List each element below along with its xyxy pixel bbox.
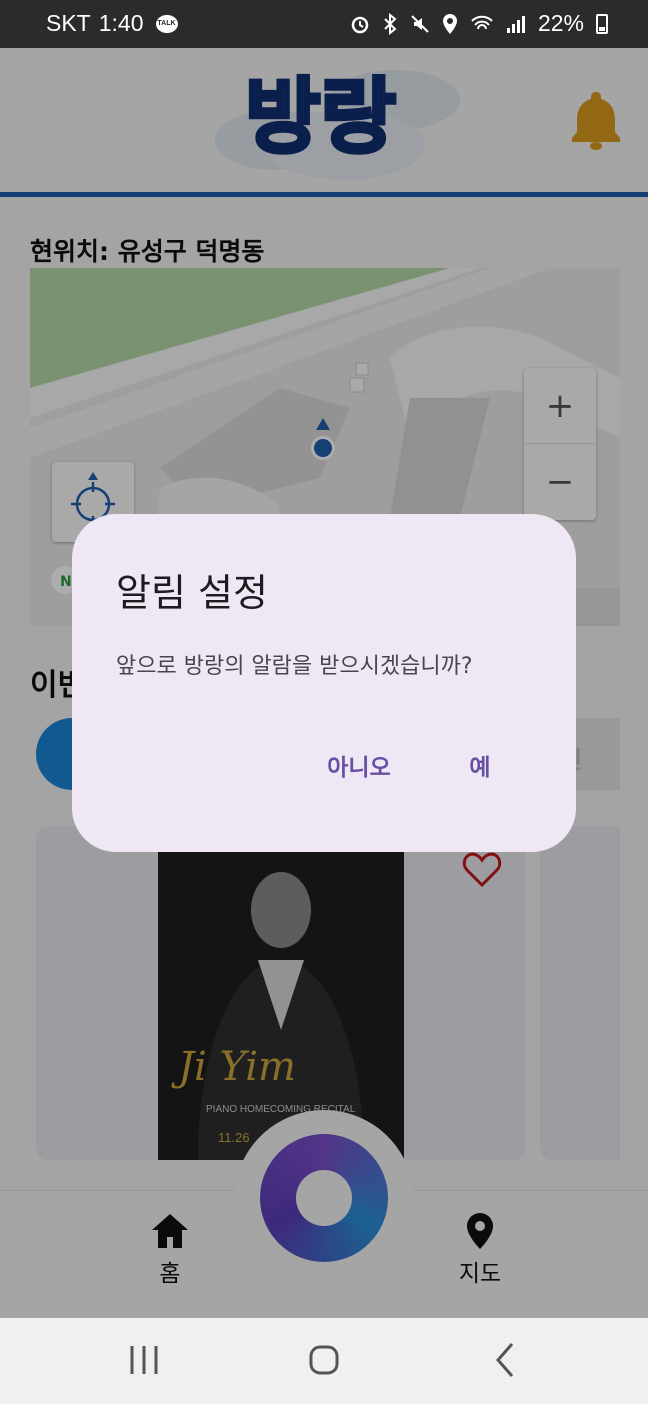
alarm-icon <box>351 16 369 33</box>
status-bar: SKT 1:40 TALK 22% <box>0 0 648 48</box>
dialog-no-button[interactable]: 아니오 <box>320 748 398 788</box>
carrier-text: SKT <box>46 10 91 36</box>
back-icon[interactable] <box>486 1340 526 1380</box>
kakaotalk-icon: TALK <box>155 14 178 33</box>
home-button-icon[interactable] <box>304 1340 344 1380</box>
signal-icon <box>506 15 525 33</box>
dialog-title: 알림 설정 <box>116 571 268 615</box>
wifi-icon <box>471 15 493 29</box>
battery-icon <box>596 13 608 34</box>
clock-text: 1:40 <box>98 10 144 36</box>
battery-percent: 22% <box>537 10 584 36</box>
recent-apps-icon[interactable] <box>124 1340 164 1380</box>
dialog-yes-button[interactable]: 예 <box>460 748 500 788</box>
status-right: 22% <box>350 10 608 37</box>
location-icon <box>442 13 457 34</box>
dialog-message: 앞으로 방랑의 알람을 받으시겠습니까? <box>116 654 473 679</box>
status-left: SKT 1:40 TALK <box>46 10 178 37</box>
notification-settings-dialog: 알림 설정 앞으로 방랑의 알람을 받으시겠습니까? 아니오 예 <box>72 514 576 852</box>
bluetooth-icon <box>384 12 397 35</box>
mute-icon <box>411 14 429 33</box>
